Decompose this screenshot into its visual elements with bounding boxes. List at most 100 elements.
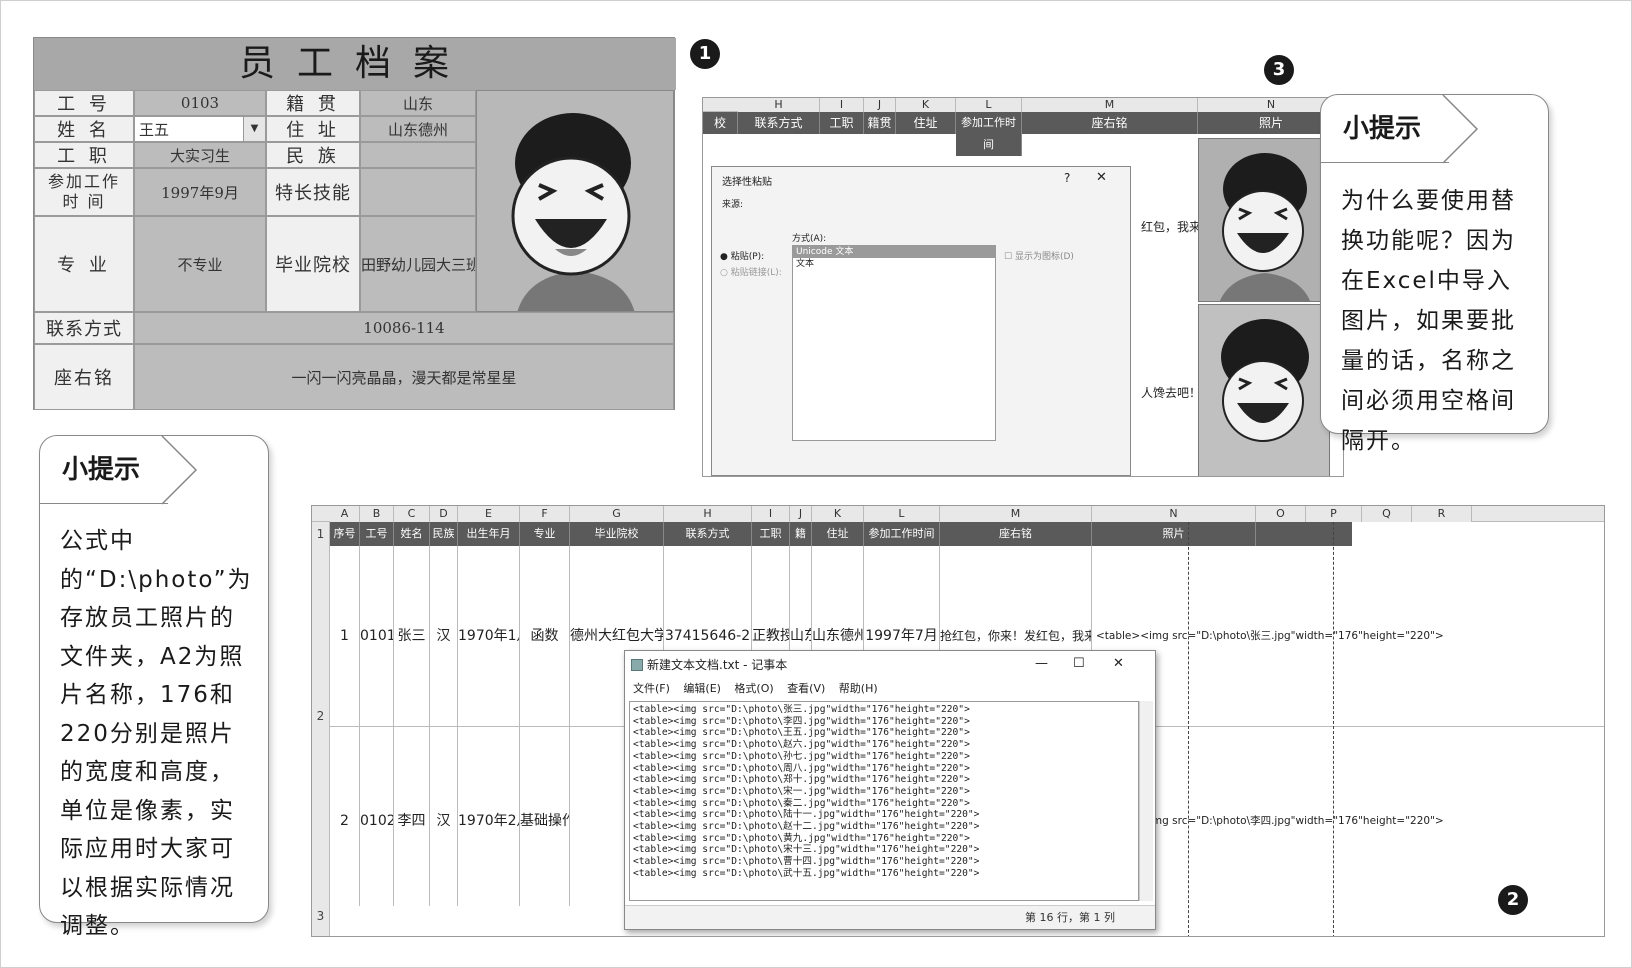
- show-icon-checkbox[interactable]: ☐ 显示为图标(D): [1004, 249, 1074, 262]
- laughing-face-icon: [1199, 139, 1329, 301]
- chevron-down-icon[interactable]: ▼: [243, 117, 265, 141]
- header-zuoyouming: 座右铭: [1022, 112, 1198, 134]
- vertical-scrollbar[interactable]: [1139, 701, 1153, 901]
- col-letter-c[interactable]: C: [394, 506, 430, 522]
- paste-link-radio[interactable]: ○ 粘贴链接(L):: [720, 265, 782, 278]
- header-jiguan: 籍贯: [864, 112, 896, 134]
- col-letter-p[interactable]: P: [1306, 506, 1362, 522]
- col-letter-e[interactable]: E: [458, 506, 520, 522]
- header-cell: 工号: [360, 522, 394, 546]
- close-icon[interactable]: ✕: [1096, 170, 1107, 185]
- value-zhuanye[interactable]: 不专业: [134, 216, 266, 312]
- header-cell: 籍贯: [790, 522, 812, 546]
- table-cell[interactable]: <table><img src="D:\photo\李四.jpg"width="…: [1092, 726, 1604, 906]
- col-letter-f[interactable]: F: [520, 506, 570, 522]
- badge-2: 2: [1498, 885, 1528, 915]
- col-letter-k[interactable]: K: [896, 98, 956, 112]
- table-cell[interactable]: 1970年2月: [458, 726, 520, 906]
- table-cell[interactable]: 基础操作: [520, 726, 570, 906]
- employee-record-sheet: 员工档案 工 号 0103 籍 贯 山东 姓 名 王五 ▼ 住 址 山东德州 工…: [33, 37, 676, 410]
- table-cell[interactable]: 汉: [430, 726, 458, 906]
- col-letter-i[interactable]: I: [820, 98, 864, 112]
- photo-zhangsan[interactable]: [1198, 138, 1330, 302]
- table-cell[interactable]: <table><img src="D:\photo\张三.jpg"width="…: [1092, 546, 1604, 726]
- row-header-3[interactable]: 3: [312, 726, 330, 936]
- table-cell[interactable]: 函数: [520, 546, 570, 726]
- row-header-2[interactable]: 2: [312, 546, 330, 726]
- name-dropdown[interactable]: 王五 ▼: [134, 116, 266, 142]
- minimize-icon[interactable]: —: [1035, 656, 1048, 671]
- label-xingming: 姓 名: [34, 116, 134, 142]
- tip-box-left: 小提示 公式中的“D:\photo”为存放员工照片的文件夹，A2为照片名称，17…: [39, 435, 269, 939]
- help-button[interactable]: ?: [1064, 171, 1070, 185]
- col-letter-o[interactable]: O: [1256, 506, 1306, 522]
- paste-link-label: 粘贴链接(L):: [730, 268, 782, 278]
- method-label: 方式(A):: [792, 234, 827, 244]
- notepad-text-area[interactable]: <table><img src="D:\photo\张三.jpg"width="…: [629, 701, 1139, 901]
- header-cell: 姓名: [394, 522, 430, 546]
- col-letter-m[interactable]: M: [1022, 98, 1198, 112]
- table-cell[interactable]: 张三: [394, 546, 430, 726]
- close-icon[interactable]: ✕: [1113, 656, 1124, 671]
- motto-snippet-2: 人馋去吧！: [1141, 386, 1202, 400]
- employee-photo: [476, 90, 674, 312]
- col-letter-n[interactable]: N: [1092, 506, 1256, 522]
- header-cell: 住址: [812, 522, 864, 546]
- maximize-icon[interactable]: ☐: [1073, 656, 1085, 671]
- label-zuoyouming: 座右铭: [34, 344, 134, 410]
- table-cell[interactable]: 李四: [394, 726, 430, 906]
- col-letter-r[interactable]: R: [1412, 506, 1472, 522]
- value-zhuzhi[interactable]: 山东德州: [360, 116, 476, 142]
- col-letter-d[interactable]: D: [430, 506, 458, 522]
- header-zhuzhi: 住址: [896, 112, 956, 134]
- label-gonghao: 工 号: [34, 90, 134, 116]
- show-icon-label: 显示为图标(D): [1014, 252, 1074, 262]
- value-techang[interactable]: [360, 168, 476, 216]
- tip-left-body: 公式中的“D:\photo”为存放员工照片的文件夹，A2为照片名称，176和22…: [60, 528, 253, 939]
- col-letter-i[interactable]: I: [752, 506, 790, 522]
- table-cell[interactable]: 汉: [430, 546, 458, 726]
- value-canjia[interactable]: 1997年9月: [134, 168, 266, 216]
- table-cell[interactable]: 2: [330, 726, 360, 906]
- value-lianxi[interactable]: 10086-114: [134, 312, 674, 344]
- notepad-status-bar: 第 16 行，第 1 列: [625, 905, 1155, 929]
- col-letter-k[interactable]: K: [812, 506, 864, 522]
- header-cell: 工职: [752, 522, 790, 546]
- paste-radio[interactable]: ● 粘贴(P):: [720, 249, 764, 262]
- col-letter-a[interactable]: A: [330, 506, 360, 522]
- list-item-unicode[interactable]: Unicode 文本: [793, 246, 995, 258]
- table-cell[interactable]: 0101: [360, 546, 394, 726]
- notepad-menu[interactable]: 文件(F) 编辑(E) 格式(O) 查看(V) 帮助(H): [625, 679, 1155, 699]
- col-letter-b[interactable]: B: [360, 506, 394, 522]
- col-letter-q[interactable]: Q: [1362, 506, 1412, 522]
- col-letter-m[interactable]: M: [940, 506, 1092, 522]
- page: 员工档案 工 号 0103 籍 贯 山东 姓 名 王五 ▼ 住 址 山东德州 工…: [0, 0, 1632, 968]
- col-letter-g[interactable]: G: [570, 506, 664, 522]
- col-letter-j[interactable]: J: [864, 98, 896, 112]
- col-letter-h[interactable]: H: [738, 98, 820, 112]
- value-gonghao[interactable]: 0103: [134, 90, 266, 116]
- spreadsheet-screenshot: ABCDEFGHIJKLMNOPQR 序号 工号 姓名 民族 出生年月 专业 毕业院校 联系方…: [311, 505, 1605, 937]
- header-canjia: 参加工作时间: [956, 112, 1022, 156]
- header-left-cut: 校: [703, 112, 738, 134]
- row-header-1[interactable]: 1: [312, 522, 330, 546]
- value-zuoyouming[interactable]: 一闪一闪亮晶晶，漫天都是常星星: [134, 344, 674, 410]
- label-jiguan: 籍 贯: [266, 90, 360, 116]
- col-letter-l[interactable]: L: [864, 506, 940, 522]
- method-listbox[interactable]: Unicode 文本 文本: [792, 245, 996, 441]
- value-minzu[interactable]: [360, 142, 476, 168]
- table-cell[interactable]: 1: [330, 546, 360, 726]
- list-item-text[interactable]: 文本: [793, 258, 995, 270]
- col-letter-l[interactable]: L: [956, 98, 1022, 112]
- value-gongzhi[interactable]: 大实习生: [134, 142, 266, 168]
- label-yuanxiao: 毕业院校: [266, 216, 360, 312]
- header-cell: 参加工作时间: [864, 522, 940, 546]
- value-yuanxiao[interactable]: 田野幼儿园大三班: [360, 216, 476, 312]
- value-jiguan[interactable]: 山东: [360, 90, 476, 116]
- photo-lisi[interactable]: [1198, 304, 1330, 476]
- label-minzu: 民 族: [266, 142, 360, 168]
- col-letter-h[interactable]: H: [664, 506, 752, 522]
- col-letter-j[interactable]: J: [790, 506, 812, 522]
- table-cell[interactable]: 0102: [360, 726, 394, 906]
- table-cell[interactable]: 1970年1月: [458, 546, 520, 726]
